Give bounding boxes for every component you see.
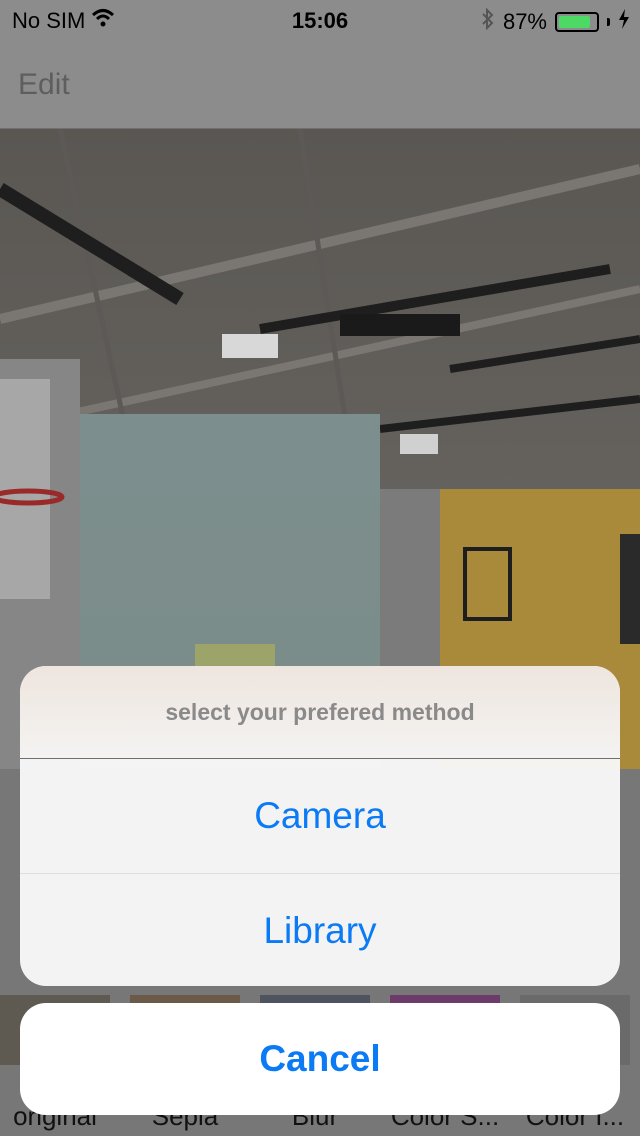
navigation-bar: Edit	[0, 40, 640, 129]
cancel-button[interactable]: Cancel	[20, 1003, 620, 1115]
edit-button[interactable]: Edit	[18, 68, 70, 102]
action-sheet-title: select your prefered method	[20, 666, 620, 759]
status-right: 87%	[481, 7, 630, 36]
charging-bolt-icon	[618, 9, 630, 35]
camera-button[interactable]: Camera	[20, 759, 620, 874]
battery-cap	[607, 18, 610, 26]
library-button[interactable]: Library	[20, 874, 620, 986]
bluetooth-icon	[481, 7, 495, 36]
status-bar: No SIM 15:06 87%	[0, 0, 640, 40]
action-sheet: select your prefered method Camera Libra…	[20, 666, 620, 986]
battery-percent: 87%	[502, 9, 547, 34]
battery-icon	[555, 12, 599, 32]
